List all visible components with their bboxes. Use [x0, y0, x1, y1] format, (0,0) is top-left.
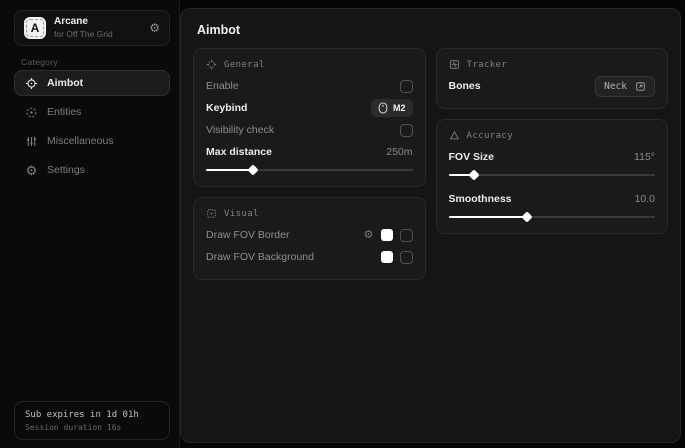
sidebar-item-label: Aimbot: [47, 77, 83, 89]
page-title: Aimbot: [181, 9, 680, 48]
slider-fill: [206, 169, 253, 171]
smoothness-label: Smoothness: [449, 193, 512, 205]
angle-icon: [449, 130, 460, 141]
fov-size-row: FOV Size 115°: [449, 146, 656, 168]
gear-icon: ⚙: [25, 164, 38, 177]
expand-icon: [635, 81, 646, 92]
fov-border-gear-icon[interactable]: ⚙: [364, 230, 374, 241]
fov-background-checkbox[interactable]: [400, 251, 413, 264]
app-name: Arcane: [54, 16, 113, 29]
visibility-check-checkbox[interactable]: [400, 124, 413, 137]
general-panel: General Enable Keybind M2: [193, 48, 426, 187]
mouse-icon: [378, 102, 388, 114]
fov-border-checkbox[interactable]: [400, 229, 413, 242]
fov-size-label: FOV Size: [449, 151, 495, 163]
tracker-panel-header: Tracker: [449, 59, 656, 70]
smoothness-slider[interactable]: [449, 212, 656, 222]
fov-border-row: Draw FOV Border ⚙: [206, 224, 413, 246]
sidebar-item-aimbot[interactable]: Aimbot: [14, 70, 170, 96]
visibility-check-label: Visibility check: [206, 124, 274, 136]
max-distance-label: Max distance: [206, 146, 272, 158]
visual-panel-title: Visual: [224, 209, 259, 219]
crosshair-icon: [25, 77, 38, 90]
fov-background-controls: [381, 251, 413, 264]
keybind-value: M2: [393, 103, 406, 113]
app-header-card: A Arcane for Off The Grid ⚙: [14, 10, 170, 46]
bones-row: Bones Neck: [449, 75, 656, 97]
sub-expiry-text: Sub expires in 1d 01h: [25, 410, 159, 420]
slider-thumb[interactable]: [469, 169, 480, 180]
accuracy-panel-header: Accuracy: [449, 130, 656, 141]
sidebar-item-label: Entities: [47, 106, 81, 118]
sidebar-item-label: Settings: [47, 164, 85, 176]
left-column: General Enable Keybind M2: [193, 48, 426, 280]
slider-thumb[interactable]: [521, 211, 532, 222]
fov-size-value: 115°: [634, 151, 655, 163]
fov-border-color-swatch[interactable]: [381, 229, 393, 241]
fov-background-color-swatch[interactable]: [381, 251, 393, 263]
scan-icon: [25, 106, 38, 119]
smoothness-row: Smoothness 10.0: [449, 188, 656, 210]
right-column: Tracker Bones Neck: [436, 48, 669, 280]
fov-border-controls: ⚙: [364, 229, 413, 242]
sidebar-nav: Aimbot Entities Miscellaneous ⚙ Settings: [14, 70, 170, 183]
header-gear-icon[interactable]: ⚙: [149, 21, 160, 35]
activity-box-icon: [449, 59, 460, 70]
panel-columns: General Enable Keybind M2: [181, 48, 680, 280]
accuracy-panel: Accuracy FOV Size 115° Smoothness 10.0: [436, 119, 669, 234]
bones-selected-value: Neck: [604, 81, 627, 92]
app-logo-letter: A: [31, 21, 40, 35]
max-distance-slider[interactable]: [206, 165, 413, 175]
max-distance-row: Max distance 250m: [206, 141, 413, 163]
crosshair-icon: [206, 59, 217, 70]
bones-label: Bones: [449, 80, 481, 92]
category-label: Category: [21, 57, 58, 67]
tracker-panel-title: Tracker: [467, 60, 508, 70]
fov-background-row: Draw FOV Background: [206, 246, 413, 268]
visual-panel-header: Visual: [206, 208, 413, 219]
app-subtitle: for Off The Grid: [54, 29, 113, 40]
smoothness-value: 10.0: [635, 193, 655, 205]
sidebar-item-label: Miscellaneous: [47, 135, 114, 147]
enable-checkbox[interactable]: [400, 80, 413, 93]
frame-icon: [206, 208, 217, 219]
slider-thumb[interactable]: [248, 164, 259, 175]
app-logo: A: [24, 17, 46, 39]
max-distance-value: 250m: [386, 146, 412, 158]
enable-label: Enable: [206, 80, 239, 92]
fov-background-label: Draw FOV Background: [206, 251, 314, 263]
tracker-panel: Tracker Bones Neck: [436, 48, 669, 109]
keybind-row: Keybind M2: [206, 97, 413, 119]
subscription-info-card: Sub expires in 1d 01h Session duration 1…: [14, 401, 170, 440]
slider-track: [449, 174, 656, 176]
sidebar-item-settings[interactable]: ⚙ Settings: [14, 157, 170, 183]
session-duration-text: Session duration 16s: [25, 423, 159, 432]
accuracy-panel-title: Accuracy: [467, 131, 514, 141]
visual-panel: Visual Draw FOV Border ⚙ Draw FOV Backgr…: [193, 197, 426, 280]
general-panel-header: General: [206, 59, 413, 70]
main-card: Aimbot General Enable Keybind: [180, 8, 681, 443]
keybind-button[interactable]: M2: [371, 99, 413, 117]
visibility-check-row: Visibility check: [206, 119, 413, 141]
sidebar-item-entities[interactable]: Entities: [14, 99, 170, 125]
sidebar-item-miscellaneous[interactable]: Miscellaneous: [14, 128, 170, 154]
fov-border-label: Draw FOV Border: [206, 229, 289, 241]
fov-size-slider[interactable]: [449, 170, 656, 180]
general-panel-title: General: [224, 60, 265, 70]
bones-select-button[interactable]: Neck: [595, 76, 655, 97]
app-title-block: Arcane for Off The Grid: [54, 16, 113, 39]
spacer: [449, 180, 656, 188]
sliders-icon: [25, 135, 38, 148]
slider-fill: [449, 216, 527, 218]
enable-row: Enable: [206, 75, 413, 97]
keybind-label: Keybind: [206, 102, 247, 114]
sidebar: A Arcane for Off The Grid ⚙ Category Aim…: [0, 0, 180, 448]
